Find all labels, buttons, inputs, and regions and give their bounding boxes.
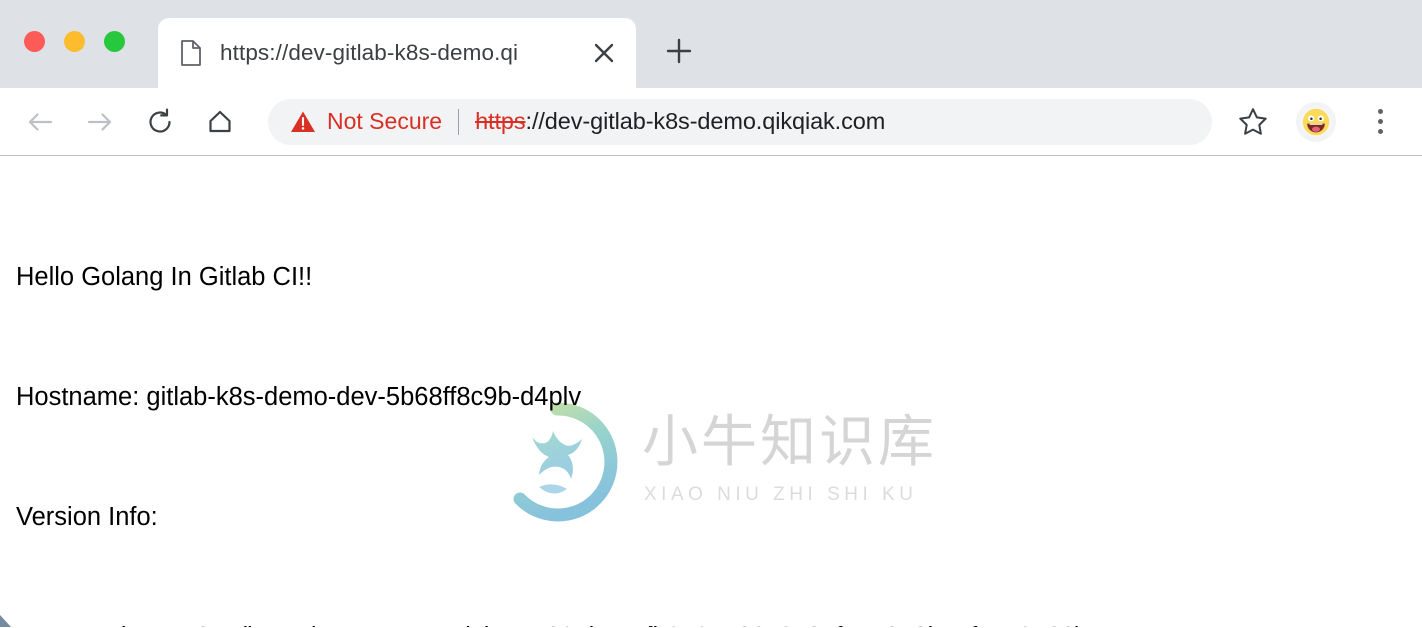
browser-tab[interactable]: https://dev-gitlab-k8s-demo.qi (158, 18, 636, 88)
warning-triangle-icon (291, 111, 315, 132)
url-text: https://dev-gitlab-k8s-demo.qikqiak.com (475, 108, 885, 135)
page-viewport: 小牛知识库 XIAO NIU ZHI SHI KU Hello Golang I… (0, 156, 1422, 627)
arrow-right-icon (87, 112, 112, 131)
reload-button[interactable] (138, 100, 182, 144)
tab-strip: https://dev-gitlab-k8s-demo.qi (0, 0, 1422, 88)
plus-icon (666, 38, 692, 64)
star-icon (1239, 108, 1267, 135)
window-controls (24, 31, 125, 52)
hostname-line: Hostname: gitlab-k8s-demo-dev-5b68ff8c9b… (16, 383, 582, 411)
profile-avatar[interactable] (1296, 101, 1336, 142)
arrow-left-icon (28, 112, 53, 131)
three-dot-menu-icon (1377, 109, 1383, 114)
new-tab-button[interactable] (652, 24, 706, 78)
url-scheme: https (475, 108, 526, 134)
bookmark-button[interactable] (1226, 99, 1280, 145)
close-icon (594, 43, 614, 63)
app-version-line: app, version v1.0.1 (branch: master, rev… (16, 617, 1422, 627)
smiley-face-avatar (1300, 105, 1332, 138)
corner-artifact (0, 615, 11, 627)
greeting-line: Hello Golang In Gitlab CI!! (16, 263, 313, 291)
home-button[interactable] (198, 100, 242, 144)
reload-icon (149, 108, 171, 133)
window-close-button[interactable] (24, 31, 45, 52)
omnibox-divider (458, 108, 460, 135)
address-bar[interactable]: Not Secure https://dev-gitlab-k8s-demo.q… (268, 98, 1212, 145)
page-text-content: Hello Golang In Gitlab CI!! Hostname: gi… (0, 156, 1422, 627)
window-minimize-button[interactable] (64, 31, 85, 52)
back-button[interactable] (18, 100, 62, 144)
home-icon (209, 110, 231, 132)
version-info-line: Version Info: (16, 503, 158, 531)
tab-title: https://dev-gitlab-k8s-demo.qi (220, 40, 519, 65)
tab-close-button[interactable] (582, 31, 626, 75)
menu-dot-3 (1377, 129, 1383, 134)
menu-dot-2 (1377, 119, 1383, 124)
document-icon (181, 40, 201, 66)
browser-menu-button[interactable] (1358, 100, 1402, 144)
forward-button[interactable] (78, 100, 122, 144)
url-host-path: ://dev-gitlab-k8s-demo.qikqiak.com (525, 108, 886, 134)
browser-toolbar: Not Secure https://dev-gitlab-k8s-demo.q… (0, 88, 1422, 156)
security-status-label: Not Secure (327, 108, 443, 134)
window-zoom-button[interactable] (104, 31, 125, 52)
